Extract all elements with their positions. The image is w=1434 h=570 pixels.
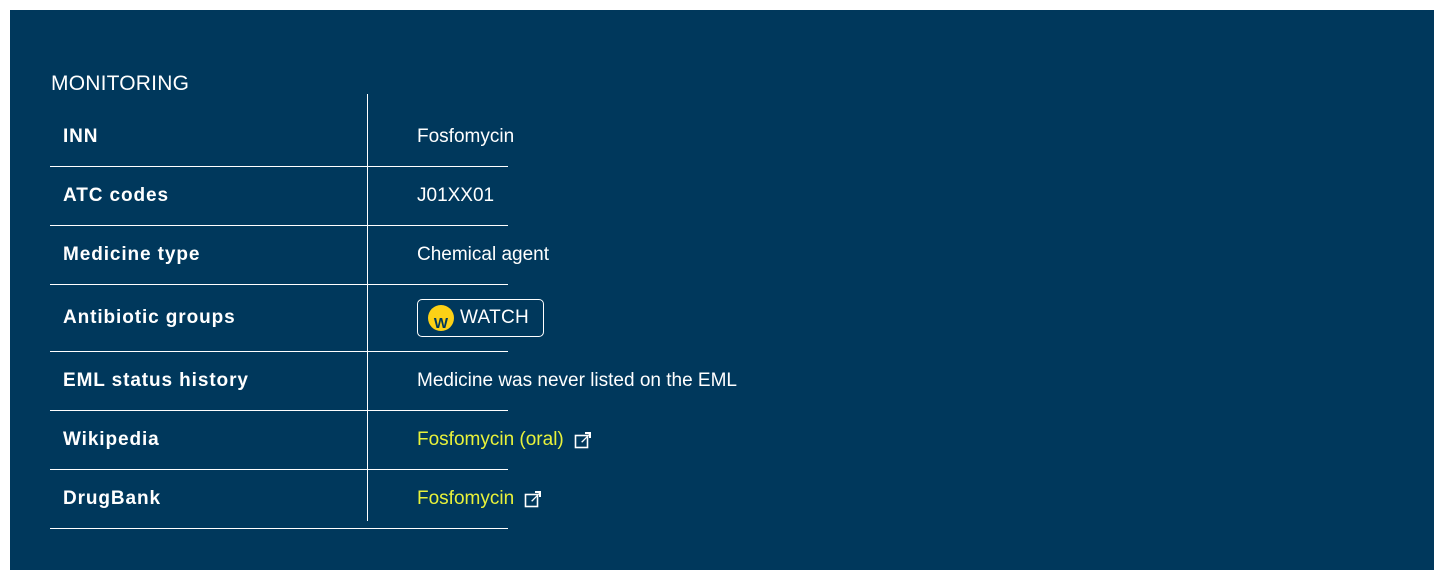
table-row-inn: INN Fosfomycin <box>50 108 514 167</box>
section-title: MONITORING <box>51 72 190 95</box>
table-row-atc-codes: ATC codes J01XX01 <box>50 167 508 226</box>
watch-circle-icon: W <box>428 305 454 331</box>
row-value-medicine-type: Chemical agent <box>417 244 550 265</box>
table-row-wikipedia: Wikipedia Fosfomycin (oral) <box>50 411 591 470</box>
row-value-drugbank: Fosfomycin <box>417 470 542 528</box>
external-link-icon[interactable] <box>574 431 592 449</box>
table-row-medicine-type: Medicine type Chemical agent <box>50 226 549 285</box>
row-value-wikipedia: Fosfomycin (oral) <box>417 411 592 469</box>
external-link-icon[interactable] <box>524 490 542 508</box>
table-row-eml-status-history: EML status history Medicine was never li… <box>50 352 737 411</box>
watch-badge[interactable]: W WATCH <box>417 299 545 337</box>
watch-badge-label: WATCH <box>460 307 530 328</box>
row-label-inn: INN <box>63 126 99 147</box>
table-row-antibiotic-groups: Antibiotic groups W WATCH <box>50 285 545 352</box>
row-label-wikipedia: Wikipedia <box>63 429 160 450</box>
row-value-inn: Fosfomycin <box>417 126 515 147</box>
drugbank-link[interactable]: Fosfomycin <box>417 488 514 510</box>
monitoring-panel: MONITORING INN Fosfomycin ATC codes J01X… <box>10 10 1434 570</box>
watch-badge-letter: W <box>433 315 449 331</box>
row-label-atc-codes: ATC codes <box>63 185 169 206</box>
row-value-antibiotic-groups: W WATCH <box>417 285 545 351</box>
info-table: INN Fosfomycin ATC codes J01XX01 Medicin… <box>50 108 737 529</box>
table-row-drugbank: DrugBank Fosfomycin <box>50 470 542 529</box>
row-label-antibiotic-groups: Antibiotic groups <box>63 307 236 328</box>
row-label-medicine-type: Medicine type <box>63 244 201 265</box>
row-label-drugbank: DrugBank <box>63 488 161 509</box>
row-label-eml-status-history: EML status history <box>63 370 249 391</box>
row-value-atc-codes: J01XX01 <box>417 185 495 206</box>
wikipedia-link[interactable]: Fosfomycin (oral) <box>417 429 564 451</box>
row-value-eml-status-history: Medicine was never listed on the EML <box>417 370 737 391</box>
